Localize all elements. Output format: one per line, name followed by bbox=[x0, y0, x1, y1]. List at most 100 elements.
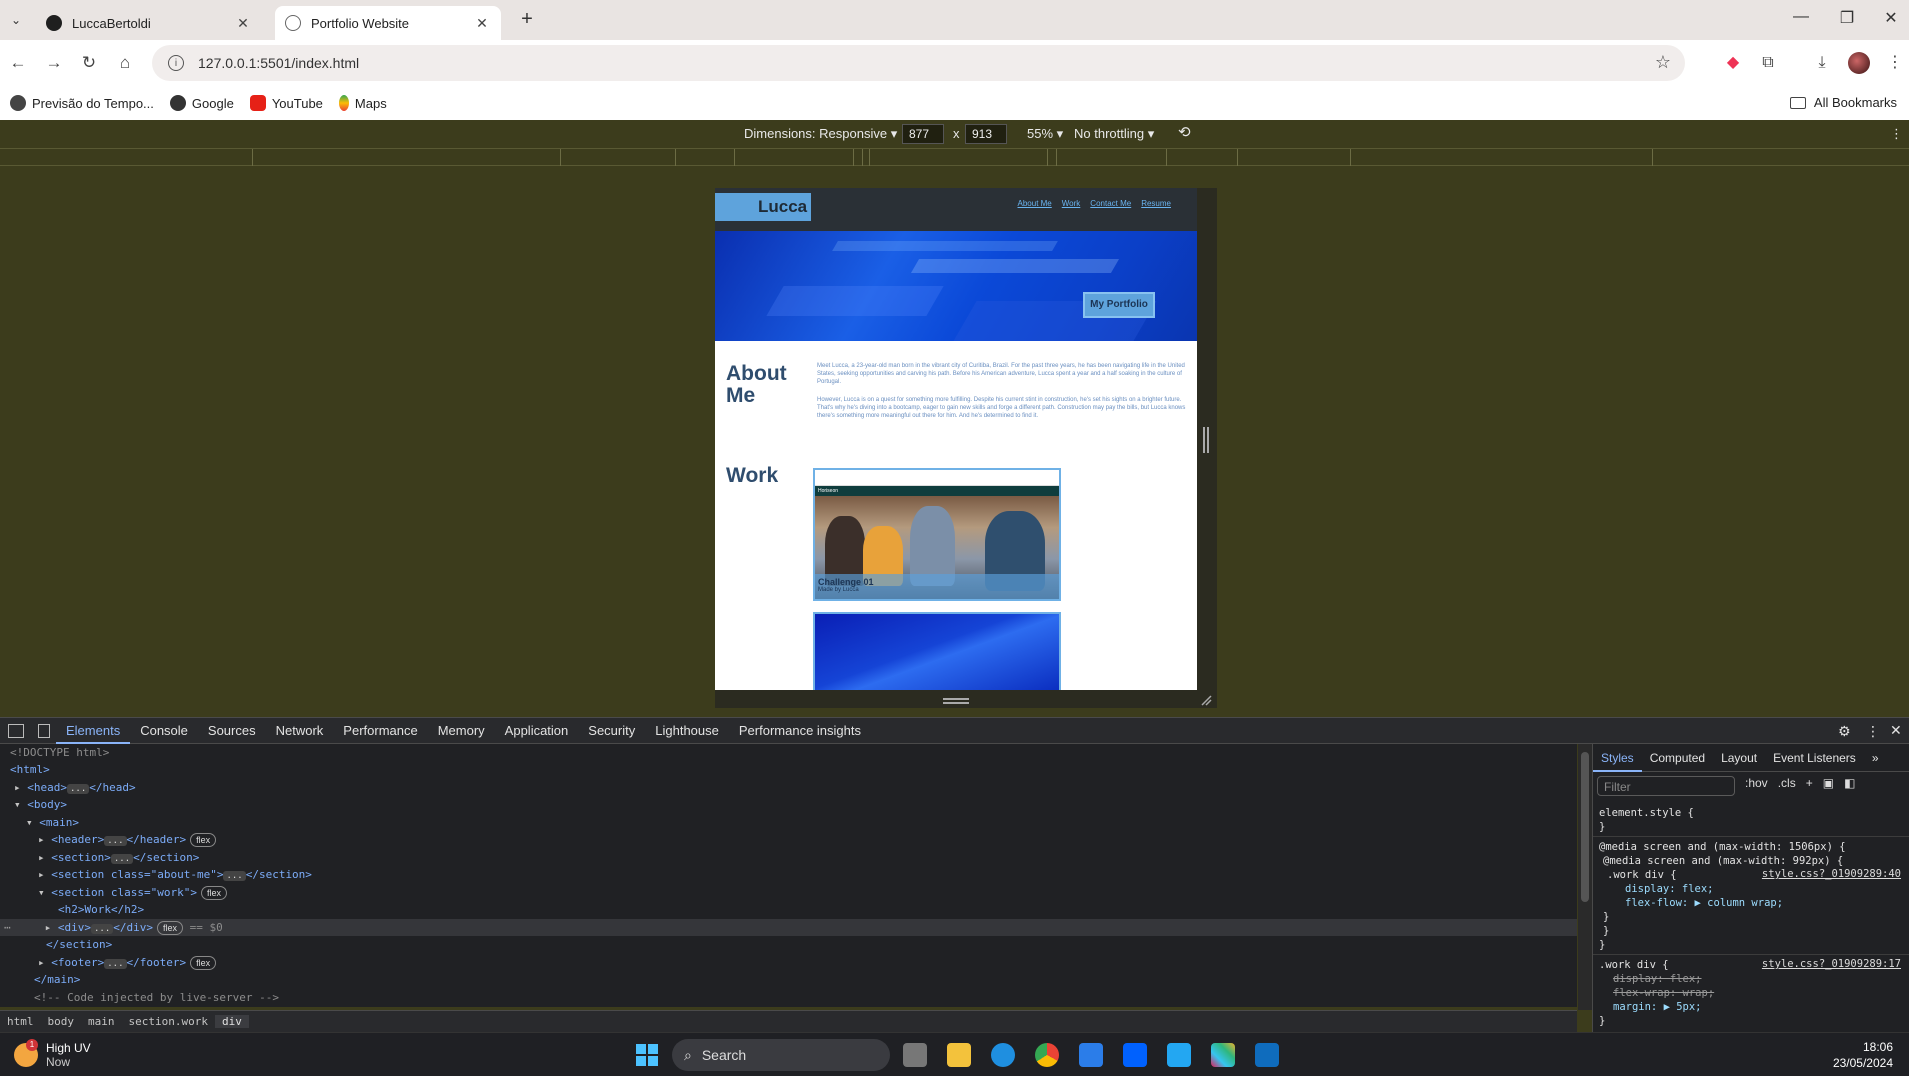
css-declaration-overridden[interactable]: flex-wrap: wrap; bbox=[1613, 986, 1714, 1000]
bookmark-youtube[interactable]: YouTube bbox=[249, 95, 323, 111]
tab-event-listeners[interactable]: Event Listeners bbox=[1765, 744, 1864, 772]
paint-icon[interactable]: ▣ bbox=[1823, 776, 1834, 790]
ellipsis-badge[interactable]: ... bbox=[67, 784, 90, 794]
close-tab-icon[interactable]: ✕ bbox=[473, 15, 491, 32]
site-info-icon[interactable]: i bbox=[168, 55, 184, 71]
tab-elements[interactable]: Elements bbox=[56, 717, 131, 744]
address-bar[interactable]: i 127.0.0.1:5501/index.html ☆ bbox=[152, 45, 1685, 81]
menu-dots-icon[interactable]: ⋮ bbox=[1884, 52, 1906, 74]
css-declaration[interactable]: flex-flow: ▶ column wrap; bbox=[1625, 896, 1783, 910]
breadcrumb-section-work[interactable]: section.work bbox=[122, 1015, 215, 1028]
tab-layout[interactable]: Layout bbox=[1713, 744, 1765, 772]
download-icon[interactable]: ⤓ bbox=[1811, 52, 1833, 74]
tree-line[interactable]: <!DOCTYPE html> bbox=[10, 744, 109, 761]
tree-line[interactable]: <html> bbox=[10, 761, 50, 778]
outlook-icon[interactable] bbox=[1255, 1043, 1279, 1067]
tab-computed[interactable]: Computed bbox=[1642, 744, 1713, 772]
tab-search-button[interactable]: ⌄ bbox=[4, 8, 28, 32]
tree-line[interactable]: <!-- Code injected by live-server --> bbox=[34, 989, 279, 1006]
tree-line[interactable]: </section> bbox=[46, 936, 112, 953]
flex-badge[interactable]: flex bbox=[200, 886, 227, 900]
restore-button[interactable]: ❐ bbox=[1832, 8, 1862, 28]
slack-icon[interactable] bbox=[1211, 1043, 1235, 1067]
back-button[interactable]: ← bbox=[6, 51, 30, 75]
tree-line[interactable]: ▸ <footer>... </footer> flex bbox=[38, 954, 217, 971]
tab-portfolio[interactable]: Portfolio Website ✕ bbox=[275, 6, 501, 40]
tree-line[interactable]: ▾ <main> bbox=[26, 814, 79, 831]
more-tabs-icon[interactable]: » bbox=[1864, 744, 1887, 772]
edge-icon[interactable] bbox=[991, 1043, 1015, 1067]
more-options-icon[interactable]: ⋮ bbox=[1866, 723, 1880, 740]
rule1-source-link[interactable]: style.css?_01909289:40 bbox=[1762, 868, 1901, 880]
home-button[interactable]: ⌂ bbox=[113, 51, 137, 75]
vscode-icon[interactable] bbox=[1167, 1043, 1191, 1067]
close-tab-icon[interactable]: ✕ bbox=[234, 15, 252, 32]
windows-start-icon[interactable] bbox=[636, 1044, 658, 1066]
close-window-button[interactable]: ✕ bbox=[1876, 8, 1906, 28]
extension-icon[interactable]: ◆ bbox=[1722, 52, 1744, 74]
cls-button[interactable]: .cls bbox=[1778, 776, 1796, 790]
tab-network[interactable]: Network bbox=[266, 717, 334, 744]
css-declaration-overridden[interactable]: display: flex; bbox=[1613, 972, 1702, 986]
taskbar-search[interactable]: ⌕ Search bbox=[672, 1039, 890, 1071]
rule2-selector[interactable]: .work div { bbox=[1599, 958, 1669, 972]
tree-line[interactable]: ▸ <head>... </head> bbox=[14, 779, 136, 796]
new-rule-button[interactable]: + bbox=[1806, 776, 1813, 790]
settings-gear-icon[interactable]: ⚙ bbox=[1838, 723, 1851, 740]
ellipsis-badge[interactable]: ... bbox=[91, 924, 114, 934]
ellipsis-badge[interactable]: ... bbox=[110, 854, 134, 864]
rule2-source-link[interactable]: style.css?_01909289:17 bbox=[1762, 958, 1901, 970]
drag-grip-bottom-icon[interactable] bbox=[943, 698, 969, 704]
new-tab-button[interactable]: + bbox=[515, 8, 539, 31]
tree-line[interactable]: ▾ <body> bbox=[14, 796, 67, 813]
tree-line[interactable]: <h2>Work</h2> bbox=[58, 901, 144, 918]
element-style-selector[interactable]: element.style { bbox=[1599, 806, 1694, 820]
breadcrumb-body[interactable]: body bbox=[41, 1015, 82, 1028]
ellipsis-badge[interactable]: ... bbox=[104, 959, 127, 969]
tree-line[interactable]: ▸ <section>... </section> bbox=[38, 849, 199, 866]
tab-performance-insights[interactable]: Performance insights bbox=[729, 717, 871, 744]
store-icon[interactable] bbox=[1079, 1043, 1103, 1067]
drag-grip-right-icon[interactable] bbox=[1203, 427, 1209, 453]
flex-badge[interactable]: flex bbox=[190, 833, 217, 847]
device-menu-icon[interactable]: ⋮ bbox=[1890, 126, 1903, 142]
hov-button[interactable]: :hov bbox=[1745, 776, 1768, 790]
breadcrumb-html[interactable]: html bbox=[0, 1015, 41, 1028]
inspect-element-icon[interactable] bbox=[8, 723, 24, 738]
project-card-2[interactable] bbox=[813, 612, 1061, 690]
tab-security[interactable]: Security bbox=[578, 717, 645, 744]
scrollbar-thumb[interactable] bbox=[1581, 752, 1589, 902]
device-toggle-icon[interactable] bbox=[38, 723, 50, 738]
ellipsis-badge[interactable]: ... bbox=[104, 836, 127, 846]
bookmark-star-icon[interactable]: ☆ bbox=[1655, 52, 1671, 73]
task-view-icon[interactable] bbox=[903, 1043, 927, 1067]
tab-performance[interactable]: Performance bbox=[333, 717, 427, 744]
dropbox-icon[interactable] bbox=[1123, 1043, 1147, 1067]
system-clock[interactable]: 18:06 23/05/2024 bbox=[1833, 1039, 1893, 1071]
nav-link-about[interactable]: About Me bbox=[1018, 199, 1052, 208]
minimize-button[interactable]: — bbox=[1786, 8, 1816, 26]
bookmark-google[interactable]: Google bbox=[169, 95, 234, 111]
tab-styles[interactable]: Styles bbox=[1593, 744, 1642, 772]
styles-filter-input[interactable]: Filter bbox=[1597, 776, 1735, 796]
width-input[interactable]: 877 bbox=[902, 124, 944, 144]
zoom-dropdown[interactable]: 55% ▾ bbox=[1027, 126, 1063, 142]
tree-line[interactable]: ▸ <section class="about-me">... </section… bbox=[38, 866, 312, 883]
profile-avatar[interactable] bbox=[1848, 52, 1870, 74]
dimensions-dropdown[interactable]: Dimensions: Responsive ▾ bbox=[744, 126, 897, 142]
tree-line-selected[interactable]: ⋯ ▸ <div>... </div> flex == $0 bbox=[0, 919, 1577, 936]
tree-line[interactable]: ▾ <section class="work"> flex bbox=[38, 884, 227, 901]
tab-lighthouse[interactable]: Lighthouse bbox=[645, 717, 729, 744]
tab-sources[interactable]: Sources bbox=[198, 717, 266, 744]
css-declaration[interactable]: display: flex; bbox=[1625, 882, 1714, 896]
height-input[interactable]: 913 bbox=[965, 124, 1007, 144]
flex-badge[interactable]: flex bbox=[190, 956, 217, 970]
tab-console[interactable]: Console bbox=[130, 717, 198, 744]
reload-button[interactable]: ↻ bbox=[77, 51, 101, 75]
weather-widget[interactable]: 1 High UV Now bbox=[14, 1039, 91, 1069]
css-declaration[interactable]: margin: ▶ 5px; bbox=[1613, 1000, 1702, 1014]
tab-application[interactable]: Application bbox=[495, 717, 579, 744]
rotate-icon[interactable]: ⟲ bbox=[1178, 123, 1191, 141]
nav-link-resume[interactable]: Resume bbox=[1141, 199, 1171, 208]
breadcrumb-main[interactable]: main bbox=[81, 1015, 122, 1028]
